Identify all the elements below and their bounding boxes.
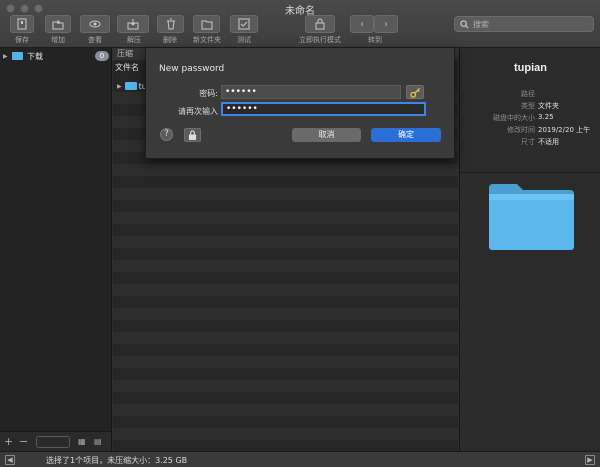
sidebar-filter-field[interactable]: [36, 436, 70, 448]
app-window: 未命名 保存 增加 查看 解压 删除 新文件夹 测试 立即执行模式 ‹ › 转到…: [0, 0, 600, 467]
password-label: 密码:: [199, 89, 218, 98]
trash-icon: [166, 18, 175, 30]
folder-icon: [12, 52, 23, 60]
delete-button[interactable]: [157, 15, 184, 33]
sidebar-item-downloads[interactable]: ▶ 下载 0: [3, 49, 111, 63]
extract-button[interactable]: [117, 15, 149, 33]
lock-button[interactable]: [184, 128, 201, 142]
info-key: 尺寸: [521, 138, 535, 146]
confirm-password-label: 请再次输入: [178, 107, 218, 116]
chevron-right-icon: ›: [384, 18, 388, 30]
view-label: 查看: [88, 36, 102, 44]
password-field[interactable]: ••••••: [221, 85, 401, 99]
empty-row: [113, 188, 458, 200]
sidebar: ▶ 下载 0: [0, 48, 112, 431]
back-button[interactable]: ‹: [350, 15, 374, 33]
info-value: 2019/2/20 上午: [538, 126, 591, 134]
sidebar-item-badge: 0: [95, 51, 109, 61]
test-button[interactable]: [230, 15, 258, 33]
eye-icon: [89, 20, 101, 28]
disclosure-triangle-icon[interactable]: ▶: [117, 83, 122, 90]
instant-mode-label: 立即执行模式: [299, 36, 341, 44]
delete-label: 删除: [163, 36, 177, 44]
toggle-inspector-icon[interactable]: ▶: [585, 455, 595, 465]
toolbar: 未命名 保存 增加 查看 解压 删除 新文件夹 测试 立即执行模式 ‹ › 转到…: [0, 0, 600, 48]
item-name: tupian: [514, 62, 547, 74]
info-row-size: 磁盘中的大小 3.25: [460, 113, 600, 124]
new-folder-icon: [201, 20, 212, 30]
add-button[interactable]: [45, 15, 71, 33]
info-row-modified: 修改时间 2019/2/20 上午: [460, 125, 600, 136]
forward-button[interactable]: ›: [374, 15, 398, 33]
empty-row: [113, 164, 458, 176]
search-input[interactable]: [473, 19, 583, 29]
save-button[interactable]: [10, 15, 34, 33]
status-bar: ◀ 选择了1个项目，未压缩大小：3.25 GB ▶: [0, 451, 600, 467]
info-value: 不适用: [538, 138, 559, 146]
save-label: 保存: [15, 36, 29, 44]
test-label: 测试: [237, 36, 251, 44]
chevron-left-icon: ‹: [360, 18, 364, 30]
empty-row: [113, 380, 458, 392]
new-password-dialog: New password 密码: •••••• 请再次输入 •••••• ? 取…: [145, 48, 455, 159]
add-label: 增加: [51, 36, 65, 44]
status-text: 选择了1个项目，未压缩大小：3.25 GB: [46, 456, 188, 465]
sidebar-option-icon[interactable]: ▦: [78, 437, 86, 446]
new-folder-label: 新文件夹: [193, 36, 221, 44]
search-icon: [460, 19, 469, 29]
new-folder-button[interactable]: [193, 15, 220, 33]
info-key: 磁盘中的大小: [493, 114, 535, 122]
archive-save-icon: [17, 18, 27, 30]
info-value: 文件夹: [538, 102, 559, 110]
dialog-title: New password: [159, 64, 225, 74]
key-button[interactable]: [406, 85, 424, 99]
view-button[interactable]: [80, 15, 110, 33]
info-row-type: 类型 文件夹: [460, 101, 600, 112]
sidebar-item-label: 下载: [27, 51, 43, 61]
info-row-path: 路径: [460, 89, 600, 100]
goto-label: 转到: [368, 36, 382, 44]
ok-button[interactable]: 确定: [371, 128, 441, 142]
empty-row: [113, 332, 458, 344]
folder-icon: [124, 82, 137, 90]
empty-row: [113, 356, 458, 368]
info-row-dimensions: 尺寸 不适用: [460, 137, 600, 148]
remove-location-button[interactable]: −: [19, 435, 28, 448]
help-button[interactable]: ?: [160, 128, 173, 141]
sidebar-view-icon[interactable]: ▤: [94, 437, 102, 446]
lock-icon: [188, 130, 197, 140]
key-icon: [409, 87, 420, 98]
add-location-button[interactable]: +: [4, 435, 13, 448]
toggle-sidebar-icon[interactable]: ◀: [5, 455, 15, 465]
empty-row: [113, 404, 458, 416]
check-icon: [238, 18, 250, 30]
info-key: 修改时间: [507, 126, 535, 134]
search-box[interactable]: [454, 16, 594, 32]
inspector-divider: [460, 172, 600, 173]
empty-row: [113, 236, 458, 248]
empty-row: [113, 308, 458, 320]
confirm-password-field[interactable]: ••••••: [221, 102, 426, 116]
sidebar-controls: + − ▦ ▤: [0, 431, 112, 451]
folder-add-icon: [52, 20, 64, 30]
instant-mode-icon: [315, 18, 325, 30]
info-value: 3.25: [538, 113, 554, 121]
empty-row: [113, 428, 458, 440]
extract-icon: [127, 19, 139, 30]
info-key: 路径: [521, 90, 535, 98]
empty-row: [113, 260, 458, 272]
folder-preview-icon: [489, 184, 574, 250]
info-key: 类型: [521, 102, 535, 110]
instant-mode-button[interactable]: [305, 15, 335, 33]
disclosure-triangle-icon[interactable]: ▶: [3, 53, 12, 60]
empty-row: [113, 212, 458, 224]
inspector-panel: tupian 路径 类型 文件夹 磁盘中的大小 3.25 修改时间 2019/2…: [459, 48, 600, 451]
cancel-button[interactable]: 取消: [292, 128, 361, 142]
empty-row: [113, 284, 458, 296]
extract-label: 解压: [127, 36, 141, 44]
